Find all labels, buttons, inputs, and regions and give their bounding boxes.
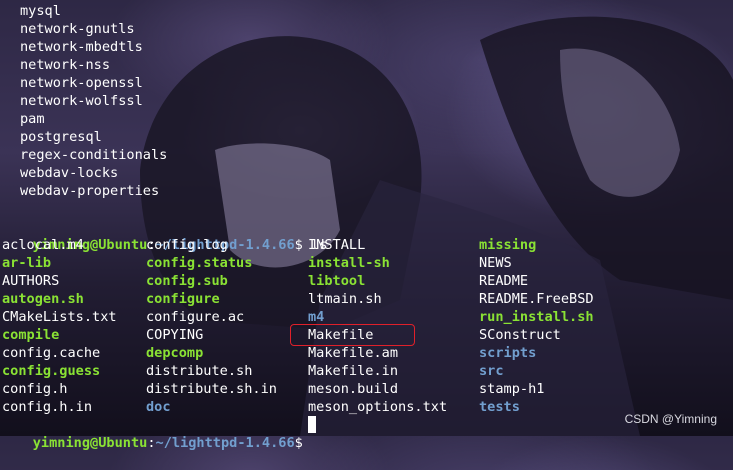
ls-entry-exe: ar-lib xyxy=(2,255,52,271)
final-prompt-separator: : xyxy=(147,435,156,451)
ls-entry-exe: missing xyxy=(479,237,537,253)
scrollback-line: network-wolfssl xyxy=(20,93,143,109)
ls-entry-exe: compile xyxy=(2,327,60,343)
ls-entry-dir: doc xyxy=(146,399,171,415)
scrollback-line: network-nss xyxy=(20,57,111,73)
scrollback-line: network-gnutls xyxy=(20,21,135,37)
ls-entry-file: distribute.sh.in xyxy=(146,381,277,397)
ls-entry-file: distribute.sh xyxy=(146,363,253,379)
ls-entry-file: config.cache xyxy=(2,345,101,361)
ls-entry-file: README xyxy=(479,273,529,289)
scrollback-line: webdav-properties xyxy=(20,183,160,199)
ls-entry-file: README.FreeBSD xyxy=(479,291,594,307)
ls-entry-file: Makefile.in xyxy=(308,363,399,379)
scrollback-line: network-mbedtls xyxy=(20,39,143,55)
prompt-line: yimning@Ubuntu:~/lighttpd-1.4.66$ ls xyxy=(0,218,328,253)
ls-entry-file: CMakeLists.txt xyxy=(2,309,117,325)
ls-entry-file: INSTALL xyxy=(308,237,366,253)
scrollback-line: network-openssl xyxy=(20,75,143,91)
ls-entry-file: stamp-h1 xyxy=(479,381,545,397)
scrollback-line: webdav-locks xyxy=(20,165,119,181)
ls-entry-file: ltmain.sh xyxy=(308,291,382,307)
ls-entry-file: aclocal.m4 xyxy=(2,237,84,253)
ls-entry-dir: scripts xyxy=(479,345,537,361)
ls-entry-exe: config.sub xyxy=(146,273,228,289)
ls-entry-exe: install-sh xyxy=(308,255,390,271)
ls-entry-exe: config.guess xyxy=(2,363,101,379)
prompt-symbol: $ xyxy=(294,237,303,253)
ls-entry-file: SConstruct xyxy=(479,327,561,343)
ls-entry-file: meson_options.txt xyxy=(308,399,448,415)
ls-entry-exe: config.status xyxy=(146,255,253,271)
ls-entry-file: Makefile.am xyxy=(308,345,399,361)
ls-entry-exe: libtool xyxy=(308,273,366,289)
final-prompt-path: ~/lighttpd-1.4.66 xyxy=(155,435,295,451)
ls-entry-dir: src xyxy=(479,363,504,379)
scrollback-line: mysql xyxy=(20,3,61,19)
final-prompt-symbol: $ xyxy=(294,435,303,451)
scrollback-line: pam xyxy=(20,111,45,127)
ls-entry-file: COPYING xyxy=(146,327,204,343)
ls-entry-exe: autogen.sh xyxy=(2,291,84,307)
ls-entry-file: config.log xyxy=(146,237,228,253)
csdn-watermark: CSDN @Yimning xyxy=(624,412,717,426)
ls-entry-file: AUTHORS xyxy=(2,273,60,289)
terminal-window[interactable]: mysql network-gnutls network-mbedtls networ… xyxy=(0,0,733,451)
ls-entry-exe: depcomp xyxy=(146,345,204,361)
final-prompt-line[interactable]: yimning@Ubuntu:~/lighttpd-1.4.66$ xyxy=(0,416,303,451)
terminal-cursor[interactable] xyxy=(308,416,316,433)
ls-entry-file: config.h.in xyxy=(2,399,93,415)
makefile-highlight-box xyxy=(290,324,415,346)
ls-entry-file: configure.ac xyxy=(146,309,245,325)
ls-entry-exe: configure xyxy=(146,291,220,307)
scrollback-line: postgresql xyxy=(20,129,102,145)
ls-entry-file: config.h xyxy=(2,381,68,397)
final-prompt-user-host: yimning@Ubuntu xyxy=(32,435,148,451)
scrollback-line: regex-conditionals xyxy=(20,147,168,163)
ls-entry-exe: run_install.sh xyxy=(479,309,594,325)
ls-entry-file: NEWS xyxy=(479,255,512,271)
ls-entry-file: meson.build xyxy=(308,381,399,397)
ls-entry-dir: tests xyxy=(479,399,520,415)
